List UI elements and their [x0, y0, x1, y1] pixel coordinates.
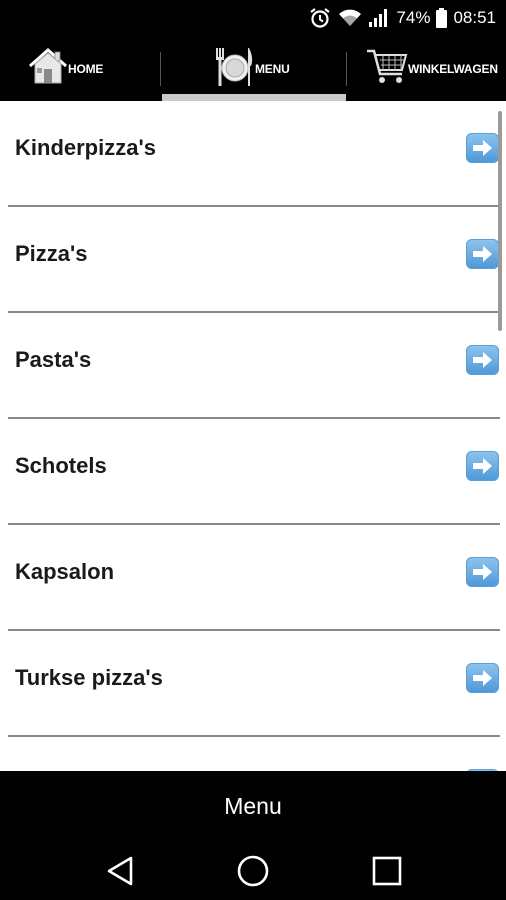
selected-tab-indicator: [162, 94, 346, 101]
menu-item-partial[interactable]: [8, 737, 500, 771]
arrow-right-icon[interactable]: [466, 133, 499, 163]
tab-menu[interactable]: MENU: [213, 36, 290, 101]
arrow-right-icon[interactable]: [466, 345, 499, 375]
android-nav-bar: [0, 843, 506, 900]
menu-item-label: Kinderpizza's: [15, 135, 156, 160]
tab-menu-label: MENU: [255, 61, 290, 76]
tab-winkelwagen-label: WINKELWAGEN: [408, 61, 498, 76]
house-icon: [28, 47, 68, 90]
menu-item-label: Schotels: [15, 453, 107, 478]
menu-item-pizzas[interactable]: Pizza's: [8, 207, 500, 313]
tab-winkelwagen[interactable]: WINKELWAGEN: [366, 36, 498, 101]
tab-home-label: HOME: [68, 61, 104, 76]
bottom-bar: Menu: [0, 771, 506, 843]
menu-item-turkse-pizzas[interactable]: Turkse pizza's: [8, 631, 500, 737]
arrow-right-icon[interactable]: [466, 451, 499, 481]
signal-icon: [368, 8, 390, 28]
top-nav: HOME MENU WINKELWAGEN: [0, 36, 506, 101]
arrow-right-icon[interactable]: [466, 239, 499, 269]
nav-divider: [160, 52, 161, 86]
menu-item-kapsalon[interactable]: Kapsalon: [8, 525, 500, 631]
arrow-right-icon[interactable]: [466, 557, 499, 587]
arrow-right-icon[interactable]: [466, 663, 499, 693]
recents-icon[interactable]: [367, 853, 407, 889]
home-circle-icon[interactable]: [233, 853, 273, 889]
plate-cutlery-icon: [213, 44, 255, 93]
back-icon[interactable]: [100, 853, 140, 889]
menu-item-label: Turkse pizza's: [15, 665, 163, 690]
status-icons: 74% 08:51: [308, 0, 496, 36]
bottom-bar-title: Menu: [224, 793, 282, 819]
battery-icon: [436, 8, 448, 28]
menu-item-schotels[interactable]: Schotels: [8, 419, 500, 525]
menu-item-label: Pasta's: [15, 347, 92, 372]
nav-divider: [346, 52, 347, 86]
clock: 08:51: [453, 8, 496, 27]
alarm-icon: [308, 6, 332, 30]
menu-list[interactable]: Kinderpizza's Pizza's Pasta's Schotels K…: [0, 101, 506, 771]
tab-home[interactable]: HOME: [28, 36, 103, 101]
battery-percentage: 74%: [396, 8, 431, 27]
scrollbar[interactable]: [498, 111, 502, 331]
status-bar: 74% 08:51: [0, 0, 506, 36]
menu-item-pastas[interactable]: Pasta's: [8, 313, 500, 419]
menu-item-kinderpizzas[interactable]: Kinderpizza's: [8, 101, 500, 207]
menu-item-label: Pizza's: [15, 241, 88, 266]
menu-item-label: Kapsalon: [15, 559, 115, 584]
wifi-icon: [338, 8, 362, 28]
shopping-cart-icon: [366, 46, 408, 91]
